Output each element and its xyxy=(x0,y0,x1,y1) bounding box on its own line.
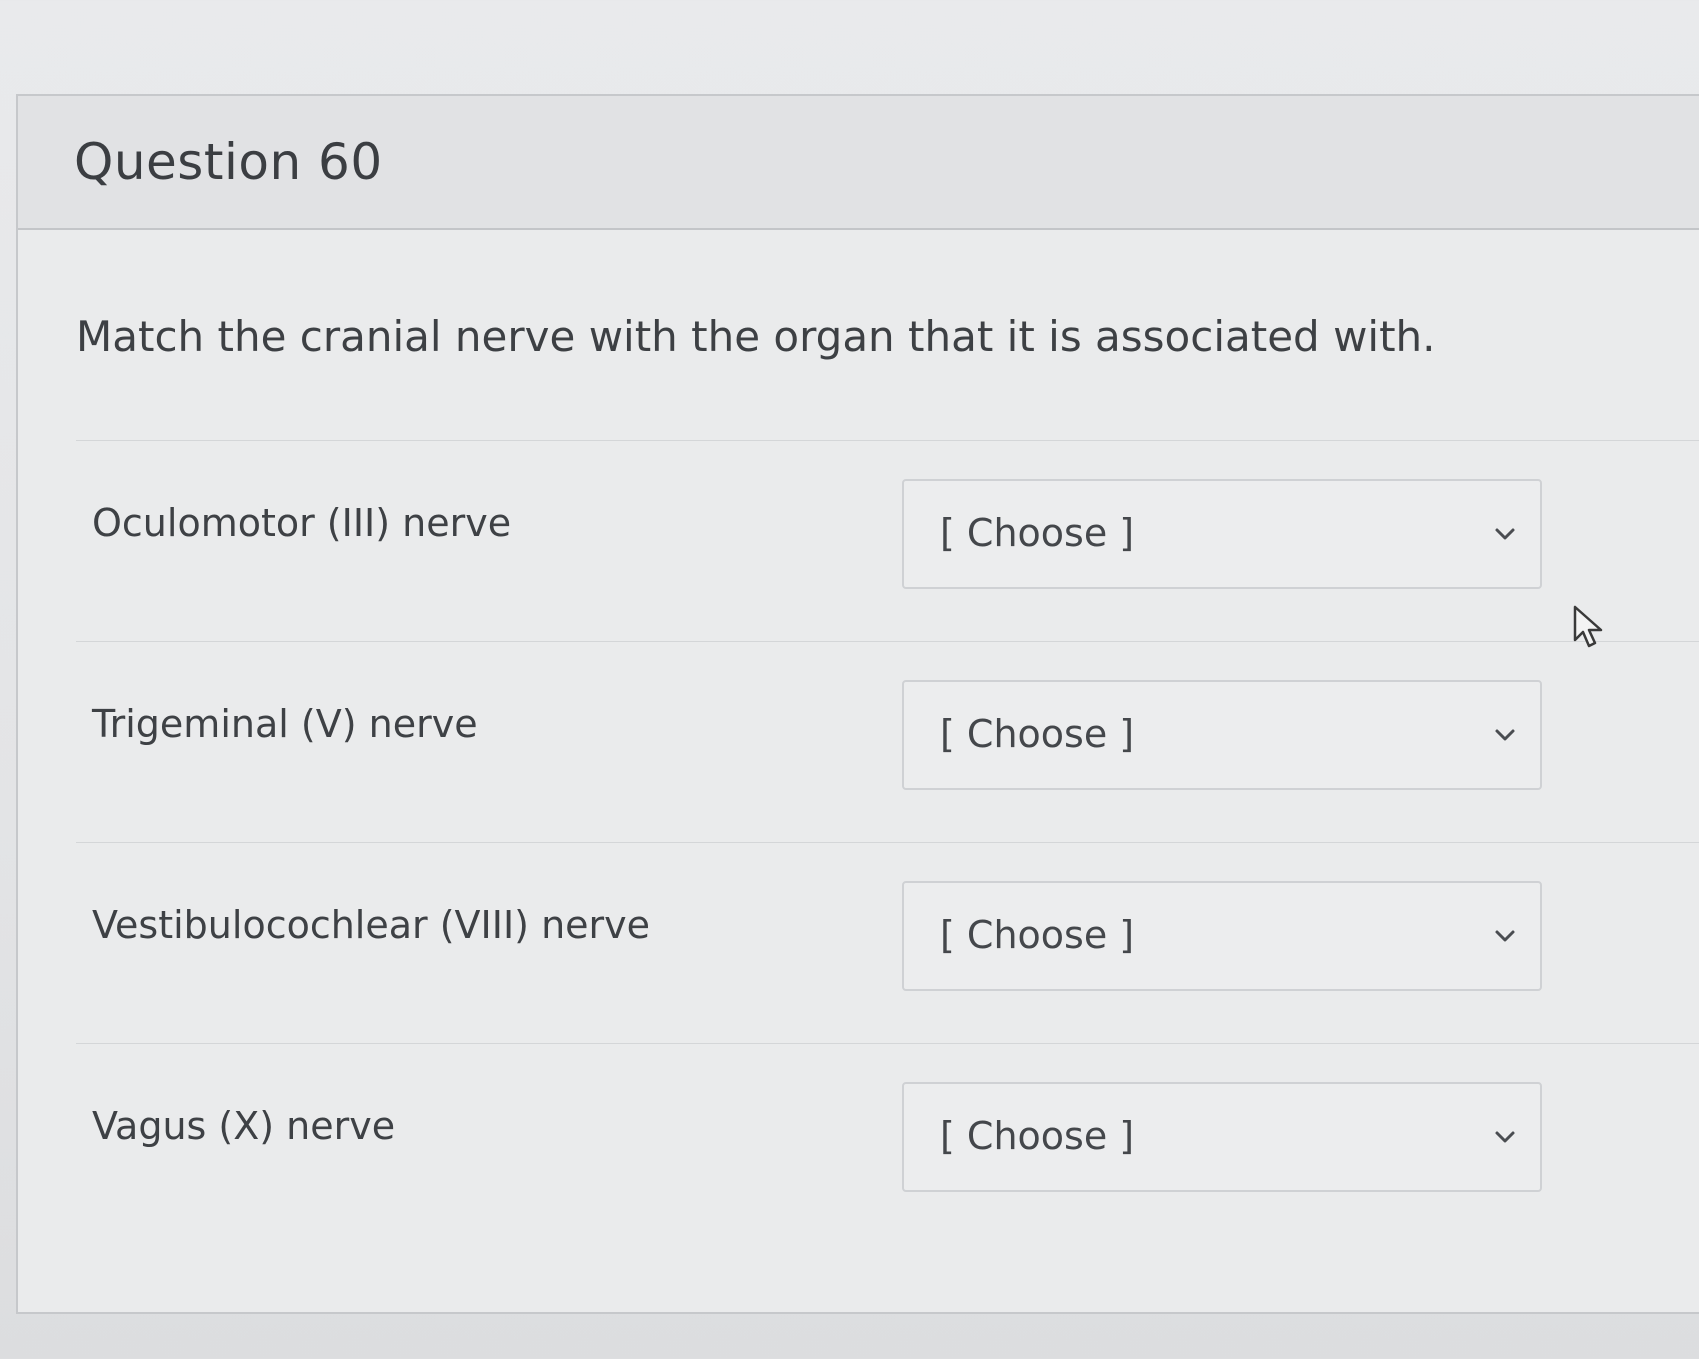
chevron-down-icon xyxy=(1495,528,1515,540)
chevron-down-icon xyxy=(1495,930,1515,942)
match-label: Vestibulocochlear (VIII) nerve xyxy=(92,903,651,947)
match-label: Trigeminal (V) nerve xyxy=(92,702,478,746)
answer-dropdown-oculomotor[interactable]: [ Choose ] xyxy=(902,479,1542,589)
chevron-down-icon xyxy=(1495,1131,1515,1143)
answer-dropdown-trigeminal[interactable]: [ Choose ] xyxy=(902,680,1542,790)
match-row-trigeminal: Trigeminal (V) nerve [ Choose ] xyxy=(76,641,1699,842)
dropdown-value: [ Choose ] xyxy=(940,511,1135,555)
match-list: Oculomotor (III) nerve [ Choose ] Trigem… xyxy=(76,440,1699,1244)
match-row-vestibulocochlear: Vestibulocochlear (VIII) nerve [ Choose … xyxy=(76,842,1699,1043)
mouse-cursor-icon xyxy=(1573,605,1603,648)
answer-dropdown-vestibulocochlear[interactable]: [ Choose ] xyxy=(902,881,1542,991)
question-body: Match the cranial nerve with the organ t… xyxy=(18,230,1699,1244)
match-row-oculomotor: Oculomotor (III) nerve [ Choose ] xyxy=(76,440,1699,641)
dropdown-value: [ Choose ] xyxy=(940,913,1135,957)
answer-dropdown-vagus[interactable]: [ Choose ] xyxy=(902,1082,1542,1192)
question-card: Question 60 Match the cranial nerve with… xyxy=(16,94,1699,1314)
match-label: Vagus (X) nerve xyxy=(92,1104,396,1148)
question-header: Question 60 xyxy=(18,96,1699,230)
question-prompt: Match the cranial nerve with the organ t… xyxy=(76,312,1436,361)
dropdown-value: [ Choose ] xyxy=(940,712,1135,756)
question-title: Question 60 xyxy=(74,133,383,191)
dropdown-value: [ Choose ] xyxy=(940,1114,1135,1158)
chevron-down-icon xyxy=(1495,729,1515,741)
match-label: Oculomotor (III) nerve xyxy=(92,501,512,545)
match-row-vagus: Vagus (X) nerve [ Choose ] xyxy=(76,1043,1699,1244)
